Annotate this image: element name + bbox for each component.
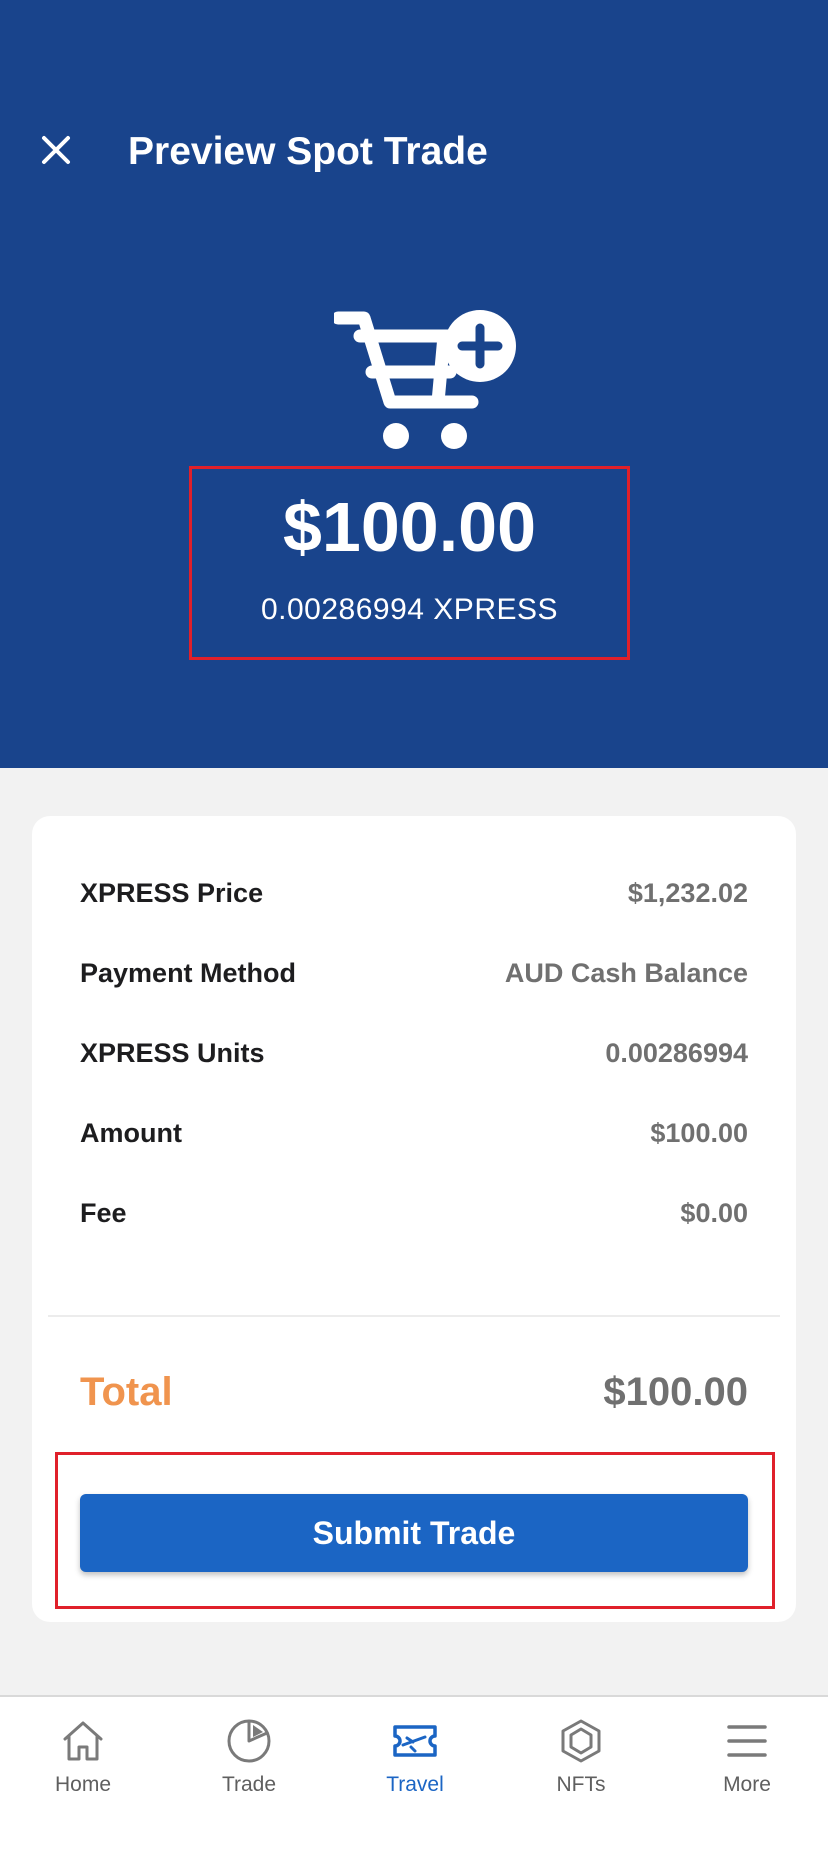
total-label: Total bbox=[80, 1369, 173, 1414]
nav-item-travel[interactable]: Travel bbox=[332, 1711, 498, 1811]
detail-label: Fee bbox=[80, 1197, 127, 1228]
close-icon bbox=[42, 136, 70, 164]
detail-row-fee: Fee $0.00 bbox=[80, 1188, 748, 1238]
nav-item-home[interactable]: Home bbox=[0, 1711, 166, 1811]
bottom-nav: Home Trade Travel NFTs More bbox=[0, 1695, 828, 1860]
cart-plus-icon bbox=[334, 310, 516, 449]
nav-label: NFTs bbox=[556, 1773, 606, 1796]
submit-trade-button[interactable]: Submit Trade bbox=[80, 1494, 748, 1572]
nav-label: Trade bbox=[221, 1773, 277, 1796]
total-row: Total $100.00 bbox=[80, 1362, 748, 1422]
detail-value: $100.00 bbox=[650, 1117, 748, 1148]
nav-label: Home bbox=[54, 1773, 112, 1796]
detail-value: $0.00 bbox=[680, 1197, 748, 1228]
amount-fiat: $100.00 bbox=[282, 488, 537, 566]
detail-label: XPRESS Price bbox=[80, 877, 264, 908]
pie-chart-icon bbox=[227, 1719, 271, 1763]
close-button[interactable] bbox=[30, 124, 82, 176]
detail-value: 0.00286994 bbox=[605, 1037, 748, 1068]
detail-value: AUD Cash Balance bbox=[504, 957, 748, 988]
menu-icon bbox=[727, 1725, 767, 1757]
detail-label: XPRESS Units bbox=[80, 1037, 265, 1068]
detail-row-price: XPRESS Price $1,232.02 bbox=[80, 868, 748, 918]
nav-label: More bbox=[723, 1773, 771, 1796]
nav-item-trade[interactable]: Trade bbox=[166, 1711, 332, 1811]
total-value: $100.00 bbox=[603, 1369, 748, 1414]
nav-item-more[interactable]: More bbox=[664, 1711, 828, 1811]
detail-row-payment-method: Payment Method AUD Cash Balance bbox=[80, 948, 748, 998]
detail-row-units: XPRESS Units 0.00286994 bbox=[80, 1028, 748, 1078]
home-icon bbox=[63, 1721, 103, 1761]
detail-label: Payment Method bbox=[80, 957, 297, 988]
header: Preview Spot Trade $100.00 0.00286994 XP… bbox=[0, 0, 828, 768]
nav-label: Travel bbox=[386, 1773, 444, 1796]
nav-item-nfts[interactable]: NFTs bbox=[498, 1711, 664, 1811]
detail-row-amount: Amount $100.00 bbox=[80, 1108, 748, 1158]
preview-spot-trade-screen: Preview Spot Trade $100.00 0.00286994 XP… bbox=[0, 0, 828, 1860]
ticket-icon bbox=[393, 1725, 437, 1757]
detail-value: $1,232.02 bbox=[627, 877, 748, 908]
amount-crypto: 0.00286994 XPRESS bbox=[260, 593, 559, 626]
divider bbox=[48, 1315, 780, 1317]
page-title: Preview Spot Trade bbox=[128, 130, 488, 173]
detail-label: Amount bbox=[80, 1117, 182, 1148]
hexagon-icon bbox=[561, 1719, 601, 1763]
